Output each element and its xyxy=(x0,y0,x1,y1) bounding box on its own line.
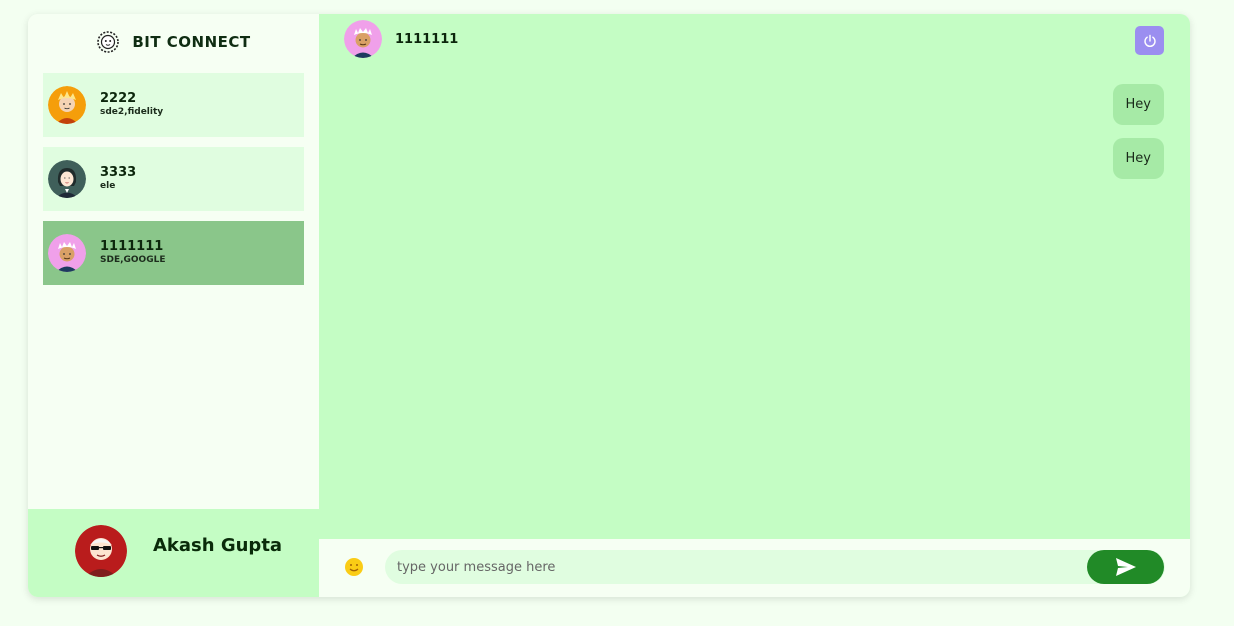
message-list: Hey Hey xyxy=(1112,84,1164,179)
logout-button[interactable] xyxy=(1135,26,1164,55)
contact-subtitle: SDE,GOOGLE xyxy=(100,255,166,265)
message-composer xyxy=(319,539,1190,597)
contact-list: 2222 sde2,fidelity 3333 ele 1111111 SDE,… xyxy=(43,73,304,295)
chat-contact-name: 1111111 xyxy=(395,32,459,47)
contact-subtitle: sde2,fidelity xyxy=(100,107,164,117)
contact-item-active[interactable]: 1111111 SDE,GOOGLE xyxy=(43,221,304,285)
chat-header: 1111111 xyxy=(319,14,1190,64)
emoji-icon[interactable] xyxy=(344,557,364,577)
contact-subtitle: ele xyxy=(100,181,116,191)
contact-name: 2222 xyxy=(100,91,137,106)
current-user-panel: Akash Gupta xyxy=(28,509,319,597)
current-user-name: Akash Gupta xyxy=(153,535,283,556)
avatar xyxy=(48,86,86,124)
lion-logo-icon xyxy=(96,30,120,54)
message-input[interactable] xyxy=(385,550,1165,584)
message-bubble: Hey xyxy=(1112,138,1164,179)
avatar xyxy=(48,160,86,198)
brand: BIT CONNECT xyxy=(28,14,319,70)
contact-item[interactable]: 3333 ele xyxy=(43,147,304,211)
contact-item[interactable]: 2222 sde2,fidelity xyxy=(43,73,304,137)
power-icon xyxy=(1143,34,1157,48)
send-icon xyxy=(1115,557,1137,577)
avatar xyxy=(48,234,86,272)
contact-name: 1111111 xyxy=(100,239,164,254)
avatar xyxy=(344,20,382,58)
chat-panel: 1111111 Hey Hey xyxy=(319,14,1190,597)
contact-name: 3333 xyxy=(100,165,137,180)
message-bubble: Hey xyxy=(1112,84,1164,125)
send-button[interactable] xyxy=(1087,550,1164,584)
sidebar: BIT CONNECT 2222 sde2,fidelity 3333 ele … xyxy=(28,14,319,597)
avatar[interactable] xyxy=(75,525,127,577)
app-window: BIT CONNECT 2222 sde2,fidelity 3333 ele … xyxy=(28,14,1190,597)
brand-name: BIT CONNECT xyxy=(132,33,251,51)
